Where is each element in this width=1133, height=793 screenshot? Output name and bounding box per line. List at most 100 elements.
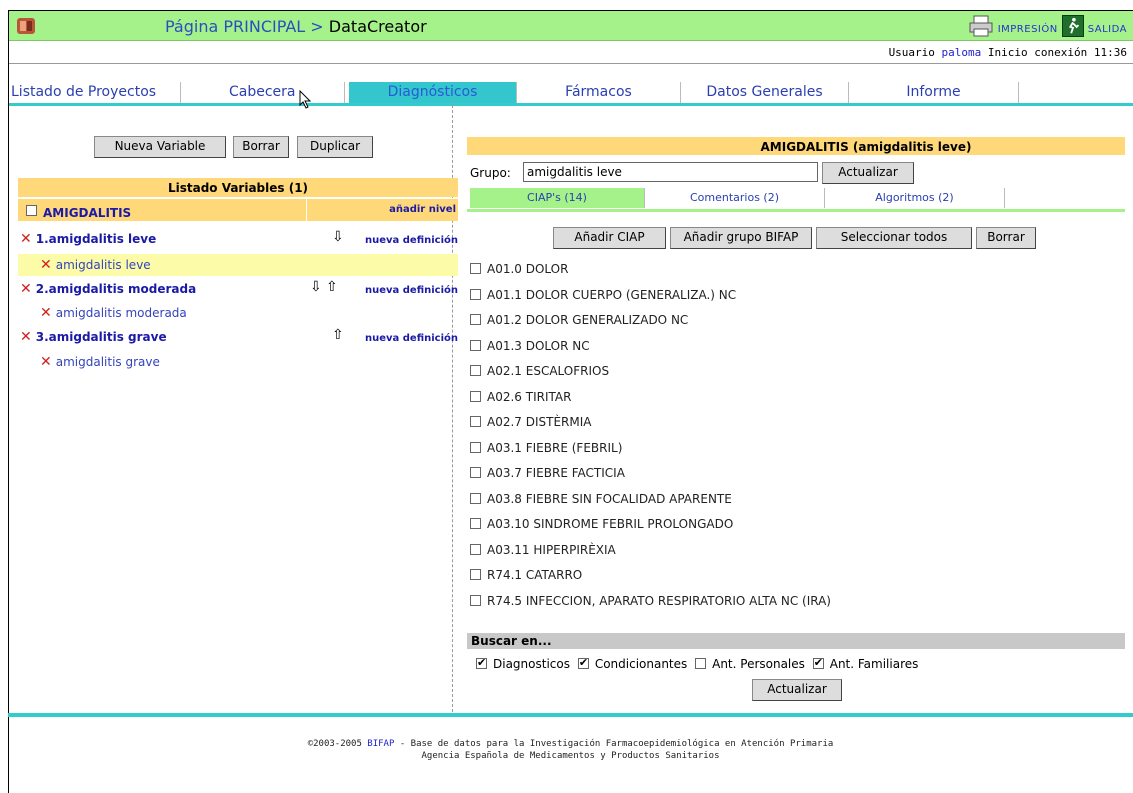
footer-separator bbox=[8, 713, 1133, 717]
ciap-checkbox[interactable] bbox=[470, 416, 481, 427]
breadcrumb: Página PRINCIPAL > DataCreator bbox=[165, 17, 427, 36]
group-checkbox[interactable] bbox=[26, 205, 37, 216]
ciap-item: R74.5 INFECCION, APARATO RESPIRATORIO AL… bbox=[470, 594, 831, 608]
printer-icon[interactable] bbox=[968, 15, 994, 37]
ciap-checkbox[interactable] bbox=[470, 340, 481, 351]
footer-copyright: ©2003-2005 bbox=[307, 739, 362, 749]
variable-row: ✕ 2.amigdalitis moderada ⇩ ⇧ nueva defini… bbox=[20, 279, 460, 301]
ciap-checkbox[interactable] bbox=[470, 442, 481, 453]
definition-name[interactable]: amigdalitis moderada bbox=[56, 306, 187, 320]
delete-x-icon[interactable]: ✕ bbox=[40, 257, 52, 273]
variable-name[interactable]: 1.amigdalitis leve bbox=[36, 232, 157, 246]
condicionantes-checkbox[interactable] bbox=[577, 656, 589, 669]
group-input[interactable]: amigdalitis leve bbox=[523, 162, 818, 182]
ciap-label: A03.11 HIPERPIRÈXIA bbox=[487, 543, 616, 557]
subtab-comentarios[interactable]: Comentarios (2) bbox=[645, 188, 825, 208]
definition-name[interactable]: amigdalitis grave bbox=[56, 355, 160, 369]
duplicate-variable-button[interactable]: Duplicar bbox=[297, 136, 373, 158]
update-group-button[interactable]: Actualizar bbox=[822, 162, 914, 184]
user-name-link[interactable]: paloma bbox=[942, 46, 982, 59]
tab-informe[interactable]: Informe bbox=[849, 82, 1019, 103]
arrow-up-icon[interactable]: ⇧ bbox=[326, 279, 338, 295]
ciap-label: A03.10 SINDROME FEBRIL PROLONGADO bbox=[487, 517, 734, 531]
new-definition-link[interactable]: nueva definición bbox=[365, 285, 458, 296]
definition-row-selected[interactable]: ✕ amigdalitis leve bbox=[18, 254, 458, 276]
delete-x-icon[interactable]: ✕ bbox=[20, 281, 32, 297]
new-variable-button[interactable]: Nueva Variable bbox=[94, 136, 226, 158]
app-name: DataCreator bbox=[328, 17, 427, 36]
arrow-down-icon[interactable]: ⇩ bbox=[332, 229, 344, 245]
ciap-checkbox[interactable] bbox=[470, 518, 481, 529]
group-label: Grupo: bbox=[470, 166, 511, 180]
definition-name[interactable]: amigdalitis leve bbox=[56, 258, 151, 272]
tab-listado-proyectos[interactable]: Listado de Proyectos bbox=[11, 82, 181, 103]
ciap-label: A02.1 ESCALOFRIOS bbox=[487, 364, 610, 378]
tab-datos-generales[interactable]: Datos Generales bbox=[681, 82, 849, 103]
breadcrumb-separator: > bbox=[310, 17, 324, 36]
ciap-label: R74.1 CATARRO bbox=[487, 568, 583, 582]
delete-variable-button[interactable]: Borrar bbox=[233, 136, 289, 158]
ant-personales-checkbox[interactable] bbox=[695, 658, 707, 669]
footer-line2: Agencia Española de Medicamentos y Produ… bbox=[421, 751, 720, 761]
footer-brand-link[interactable]: BIFAP bbox=[367, 739, 394, 749]
add-level-link[interactable]: añadir nivel bbox=[389, 204, 456, 215]
variable-group-row: AMIGDALITIS añadir nivel bbox=[18, 199, 458, 221]
ciap-checkbox[interactable] bbox=[470, 391, 481, 402]
row-separator bbox=[306, 199, 307, 221]
definition-row[interactable]: ✕ amigdalitis grave bbox=[40, 354, 160, 370]
tab-cabecera[interactable]: Cabecera bbox=[221, 82, 345, 103]
ciap-label: R74.5 INFECCION, APARATO RESPIRATORIO AL… bbox=[487, 594, 831, 608]
ciap-checkbox[interactable] bbox=[470, 493, 481, 504]
ciap-label: A02.6 TIRITAR bbox=[487, 390, 572, 404]
ant-familiares-checkbox[interactable] bbox=[812, 656, 824, 669]
search-update-button[interactable]: Actualizar bbox=[752, 679, 842, 701]
arrow-up-icon[interactable]: ⇧ bbox=[332, 327, 344, 343]
ciap-checkbox[interactable] bbox=[470, 569, 481, 580]
user-prefix: Usuario bbox=[888, 46, 935, 59]
ciap-checkbox[interactable] bbox=[470, 467, 481, 478]
group-name[interactable]: AMIGDALITIS bbox=[43, 206, 131, 220]
add-bifap-group-button[interactable]: Añadir grupo BIFAP bbox=[670, 227, 812, 249]
subtab-algoritmos[interactable]: Algoritmos (2) bbox=[825, 188, 1005, 208]
ciap-checkbox[interactable] bbox=[470, 289, 481, 300]
delete-x-icon[interactable]: ✕ bbox=[20, 329, 32, 345]
ciap-checkbox[interactable] bbox=[470, 263, 481, 274]
ciap-label: A03.1 FIEBRE (FEBRIL) bbox=[487, 441, 623, 455]
add-ciap-button[interactable]: Añadir CIAP bbox=[553, 227, 666, 249]
exit-link[interactable]: SALIDA bbox=[1088, 24, 1127, 35]
user-bar: Usuario paloma Inicio conexión 11:36 bbox=[9, 42, 1133, 64]
ciap-label: A01.1 DOLOR CUERPO (GENERALIZA.) NC bbox=[487, 288, 737, 302]
mouse-cursor-icon bbox=[299, 90, 312, 109]
arrow-down-icon[interactable]: ⇩ bbox=[310, 279, 322, 295]
print-link[interactable]: IMPRESIÓN bbox=[998, 24, 1058, 35]
tab-farmacos[interactable]: Fármacos bbox=[517, 82, 681, 103]
ciap-item: A01.1 DOLOR CUERPO (GENERALIZA.) NC bbox=[470, 288, 736, 302]
ciap-checkbox[interactable] bbox=[470, 365, 481, 376]
variable-name[interactable]: 3.amigdalitis grave bbox=[36, 330, 167, 344]
delete-ciap-button[interactable]: Borrar bbox=[976, 227, 1036, 249]
diagnosticos-checkbox[interactable] bbox=[476, 656, 487, 669]
delete-x-icon[interactable]: ✕ bbox=[40, 305, 52, 321]
definition-row[interactable]: ✕ amigdalitis moderada bbox=[40, 305, 187, 321]
app-logo-icon bbox=[17, 18, 35, 34]
exit-icon[interactable] bbox=[1061, 15, 1084, 37]
condicionantes-label: Condicionantes bbox=[594, 657, 688, 671]
selection-title: AMIGDALITIS (amigdalitis leve) bbox=[467, 137, 1125, 155]
delete-x-icon[interactable]: ✕ bbox=[20, 231, 32, 247]
new-definition-link[interactable]: nueva definición bbox=[365, 333, 458, 344]
ciap-item: A02.6 TIRITAR bbox=[470, 390, 571, 404]
ciap-checkbox[interactable] bbox=[470, 544, 481, 555]
delete-x-icon[interactable]: ✕ bbox=[40, 354, 52, 370]
new-definition-link[interactable]: nueva definición bbox=[365, 235, 458, 246]
breadcrumb-home-link[interactable]: Página PRINCIPAL bbox=[165, 17, 305, 36]
ciap-item: A01.2 DOLOR GENERALIZADO NC bbox=[470, 313, 688, 327]
ciap-checkbox[interactable] bbox=[470, 595, 481, 606]
tab-diagnosticos[interactable]: Diagnósticos bbox=[349, 82, 517, 103]
footer: ©2003-2005 BIFAP - Base de datos para la… bbox=[8, 738, 1133, 762]
ciap-item: A03.7 FIEBRE FACTICIA bbox=[470, 466, 625, 480]
select-all-button[interactable]: Seleccionar todos bbox=[816, 227, 972, 249]
variable-name[interactable]: 2.amigdalitis moderada bbox=[36, 282, 196, 296]
subtab-ciaps[interactable]: CIAP's (14) bbox=[470, 188, 645, 208]
ciap-item: A02.7 DISTÈRMIA bbox=[470, 415, 592, 429]
ciap-checkbox[interactable] bbox=[470, 314, 481, 325]
